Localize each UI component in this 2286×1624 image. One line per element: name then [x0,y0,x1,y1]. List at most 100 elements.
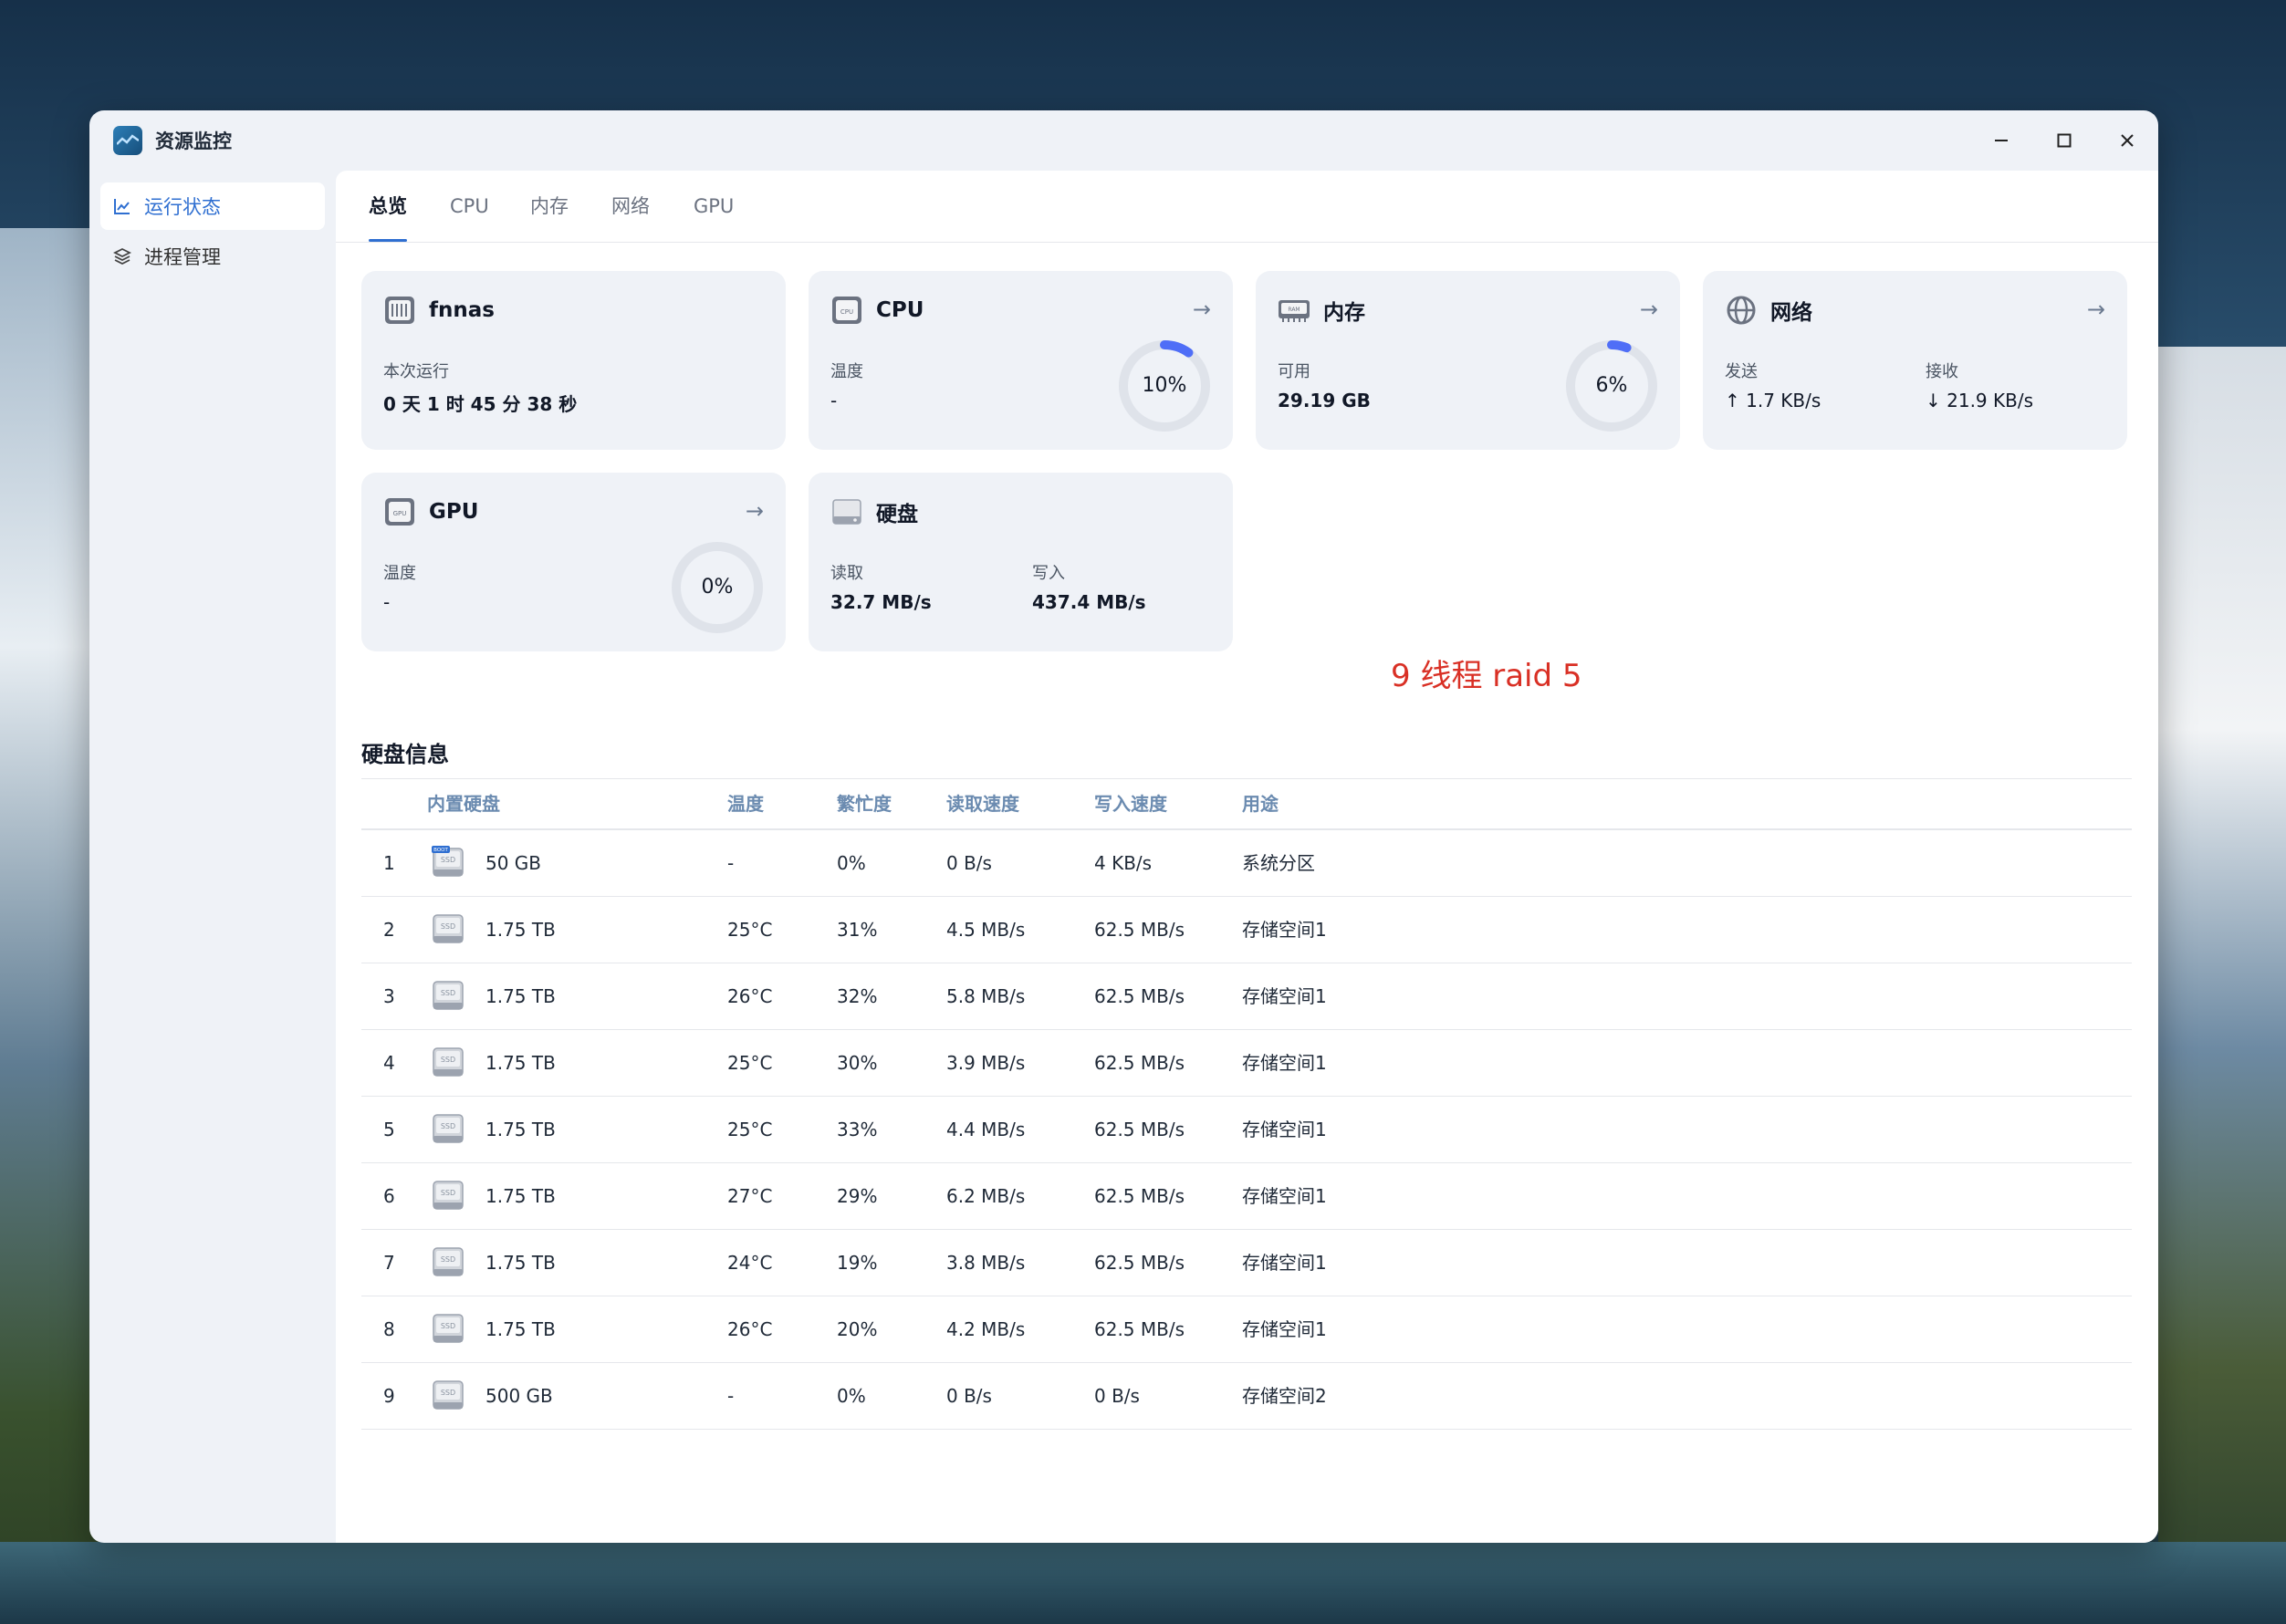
disk-size: 500 GB [485,1385,553,1407]
ssd-icon: SSD [433,1247,464,1276]
disk-busy: 29% [837,1185,878,1207]
disk-size: 1.75 TB [485,1052,556,1074]
memory-avail-label: 可用 [1278,362,1310,381]
svg-text:SSD: SSD [441,1322,455,1330]
network-send-label: 发送 [1725,362,1758,381]
wallpaper-right [2158,347,2286,1624]
svg-text:RAM: RAM [1288,307,1300,313]
row-number: 5 [383,1119,395,1140]
tab-network[interactable]: 网络 [611,171,650,242]
disk-table-header: 内置硬盘 温度 繁忙度 读取速度 写入速度 用途 [361,778,2132,830]
gpu-chip-icon: GPU [385,498,414,526]
table-row[interactable]: 9 SSD 500 GB - 0% 0 B/s 0 B/s 存储空间2 [361,1363,2132,1430]
network-card[interactable]: 网络 → 发送 ↑ 1.7 KB/s 接收 ↓ 21.9 KB/s [1703,271,2127,450]
cpu-card[interactable]: CPU CPU → 温度 - 10% [809,271,1233,450]
disk-temp: 25°C [727,1119,773,1140]
maximize-button[interactable] [2032,110,2095,171]
disk-temp: - [727,1385,735,1407]
svg-text:SSD: SSD [441,922,455,931]
row-number: 2 [383,919,395,941]
disk-size: 1.75 TB [485,1318,556,1340]
disk-busy: 30% [837,1052,878,1074]
column-header[interactable]: 写入速度 [1094,779,1167,828]
column-header[interactable]: 繁忙度 [837,779,892,828]
disk-busy: 20% [837,1318,878,1340]
memory-usage-gauge: 6% [1564,338,1659,433]
disk-temp: 27°C [727,1185,773,1207]
disk-temp: 26°C [727,985,773,1007]
app-window: 资源监控 运行状态 进程管理 总览 CPU 内存 网络 GPU fnnas 本次… [89,110,2158,1543]
table-row[interactable]: 3 SSD 1.75 TB 26°C 32% 5.8 MB/s 62.5 MB/s 存储空间1 [361,963,2132,1030]
row-number: 1 [383,852,395,874]
disk-usage: 存储空间1 [1242,1119,1327,1140]
table-row[interactable]: 2 SSD 1.75 TB 25°C 31% 4.5 MB/s 62.5 MB/s 存储空间1 [361,897,2132,963]
row-number: 8 [383,1318,395,1340]
cpu-usage-text: 10% [1142,374,1187,397]
row-number: 4 [383,1052,395,1074]
row-number: 6 [383,1185,395,1207]
arrow-right-icon[interactable]: → [1193,297,1211,322]
disk-busy: 0% [837,1385,866,1407]
app-logo-icon [113,126,142,155]
table-row[interactable]: 8 SSD 1.75 TB 26°C 20% 4.2 MB/s 62.5 MB/s 存储空间1 [361,1296,2132,1363]
tab-cpu[interactable]: CPU [450,171,489,242]
disk-card: 硬盘 读取 32.7 MB/s 写入 437.4 MB/s [809,473,1233,651]
minimize-icon [1994,140,2008,141]
globe-icon [1727,296,1756,325]
arrow-right-icon[interactable]: → [746,498,764,524]
title-bar[interactable]: 资源监控 [89,110,2158,171]
disk-read-speed: 3.8 MB/s [946,1252,1026,1274]
svg-text:CPU: CPU [840,308,853,316]
gpu-card-title: GPU [429,500,479,524]
column-header[interactable]: 内置硬盘 [427,779,500,828]
disk-write-speed: 0 B/s [1094,1385,1140,1407]
disk-write-speed: 62.5 MB/s [1094,919,1185,941]
gpu-card[interactable]: GPU GPU → 温度 - 0% [361,473,786,651]
network-card-title: 网络 [1770,301,1812,325]
memory-avail-value: 29.19 GB [1278,390,1371,411]
arrow-right-icon[interactable]: → [1640,297,1658,322]
wallpaper-left [0,228,100,1624]
disk-read-label: 读取 [830,564,863,583]
svg-text:SSD: SSD [441,1255,455,1264]
ssd-icon: SSD BOOT [432,846,464,877]
column-header[interactable]: 读取速度 [946,779,1019,828]
column-header[interactable]: 用途 [1242,779,1279,828]
svg-text:SSD: SSD [441,1056,455,1064]
memory-card[interactable]: RAM 内存 → 可用 29.19 GB 6% [1256,271,1680,450]
table-row[interactable]: 6 SSD 1.75 TB 27°C 29% 6.2 MB/s 62.5 MB/s 存储空间1 [361,1163,2132,1230]
gpu-temp-label: 温度 [383,564,416,583]
disk-write-speed: 62.5 MB/s [1094,1119,1185,1140]
cpu-temp-value: - [830,390,838,411]
network-recv-label: 接收 [1926,362,1958,381]
table-row[interactable]: 5 SSD 1.75 TB 25°C 33% 4.4 MB/s 62.5 MB/s 存储空间1 [361,1097,2132,1163]
minimize-button[interactable] [1969,110,2032,171]
disk-write-speed: 62.5 MB/s [1094,1185,1185,1207]
disk-table: 内置硬盘 温度 繁忙度 读取速度 写入速度 用途 1 SSD BOOT 50 GB - 0… [361,778,2132,1430]
boot-badge-text: BOOT [433,848,448,853]
svg-text:SSD: SSD [441,1122,455,1130]
sidebar-item-processes[interactable]: 进程管理 [100,233,325,280]
sidebar-item-status[interactable]: 运行状态 [100,182,325,230]
disk-read-value: 32.7 MB/s [830,591,932,613]
disk-usage: 系统分区 [1242,852,1315,874]
close-button[interactable] [2095,110,2158,171]
column-header[interactable]: 温度 [727,779,764,828]
tab-gpu[interactable]: GPU [694,171,734,242]
sidebar-item-label: 运行状态 [144,196,221,218]
gpu-temp-value: - [383,591,391,613]
arrow-right-icon[interactable]: → [2087,297,2105,322]
tab-overview[interactable]: 总览 [369,171,407,242]
annotation-text: 9 线程 raid 5 [1391,658,1582,694]
disk-temp: - [727,852,735,874]
disk-size: 50 GB [485,852,542,874]
ssd-icon: SSD [433,1314,464,1343]
table-row[interactable]: 4 SSD 1.75 TB 25°C 30% 3.9 MB/s 62.5 MB/s 存储空间1 [361,1030,2132,1097]
svg-text:SSD: SSD [441,989,455,997]
table-row[interactable]: 7 SSD 1.75 TB 24°C 19% 3.8 MB/s 62.5 MB/s 存储空间1 [361,1230,2132,1296]
tab-memory[interactable]: 内存 [530,171,569,242]
table-row[interactable]: 1 SSD BOOT 50 GB - 0% 0 B/s 4 KB/s 系统分区 [361,830,2132,897]
wallpaper-bottom [0,1542,2286,1624]
ssd-icon: SSD [433,1047,464,1077]
disk-info-title: 硬盘信息 [361,742,449,767]
